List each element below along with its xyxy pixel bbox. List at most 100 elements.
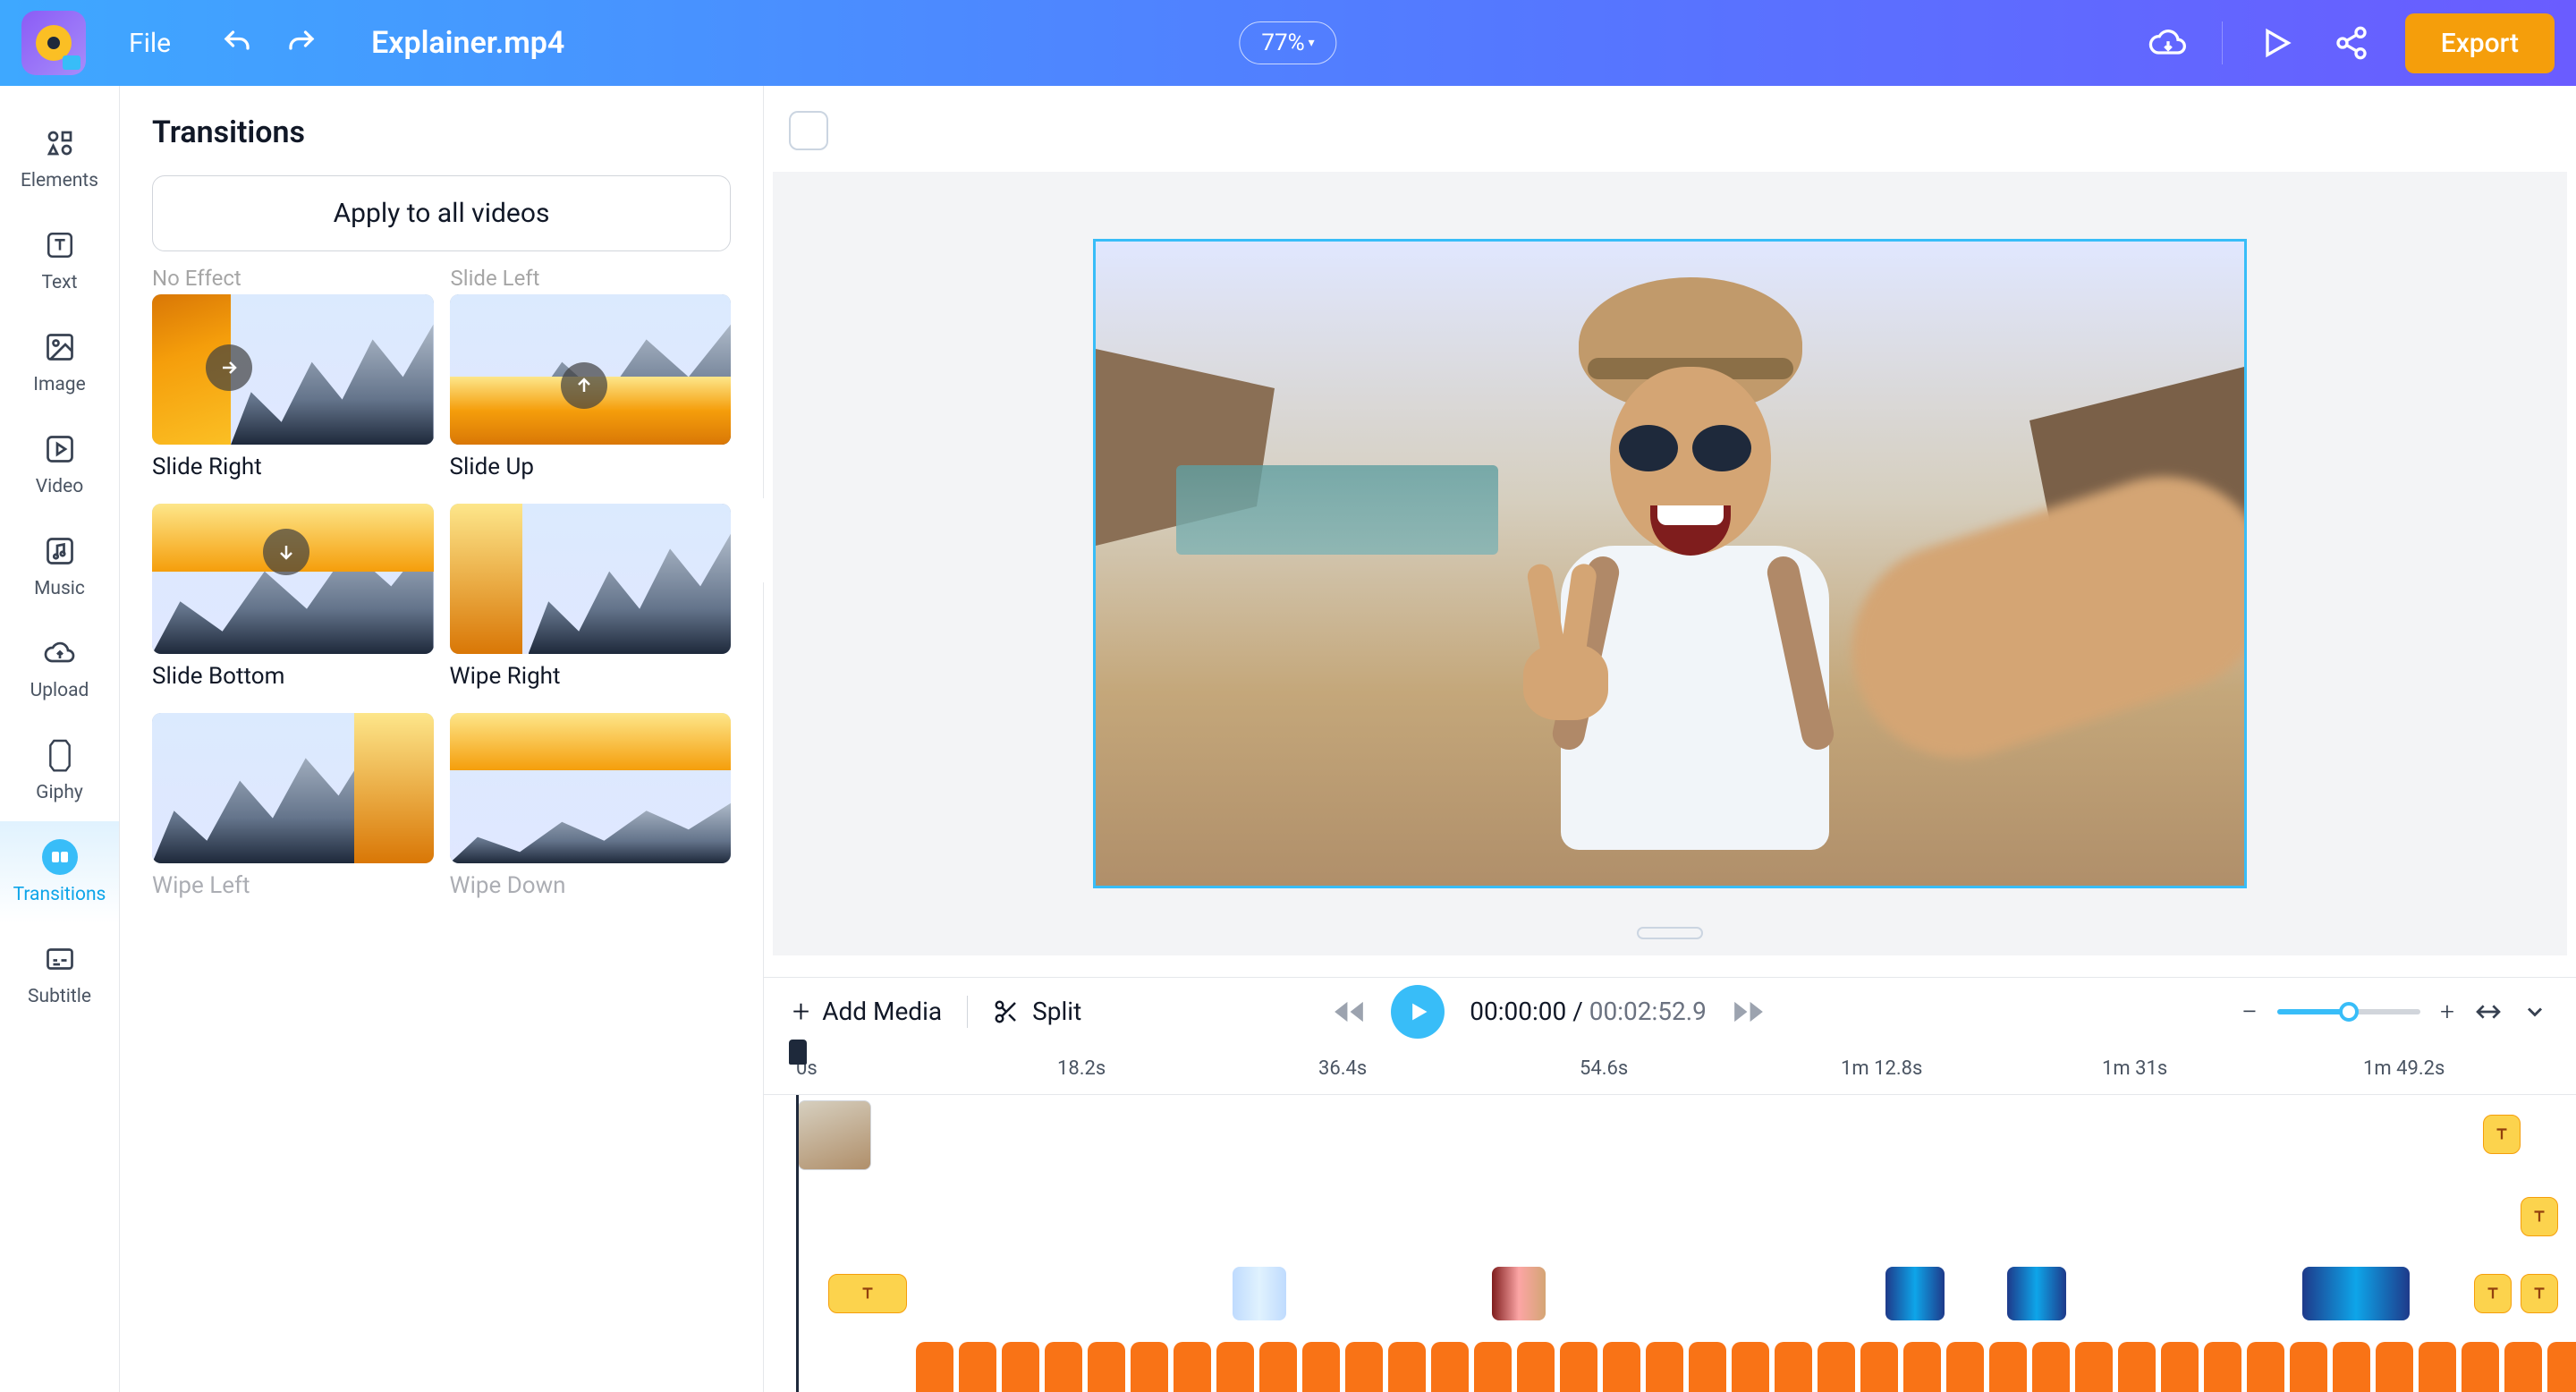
rail-subtitle[interactable]: Subtitle [0,923,119,1025]
zoom-value: 77% [1261,30,1304,56]
video-clip[interactable] [2007,1267,2066,1320]
rewind-button[interactable] [1332,995,1366,1029]
transition-slide-up[interactable] [450,294,732,445]
playhead[interactable] [796,1095,799,1392]
undo-button[interactable] [221,27,253,59]
timeline-track-audio[interactable] [764,1335,2576,1392]
transition-label-partial: Slide Left [451,266,732,291]
total-time: 00:02:52.9 [1589,997,1707,1026]
text-clip[interactable] [2521,1274,2558,1313]
text-clip[interactable] [2474,1274,2512,1313]
app-logo[interactable] [21,11,86,75]
rail-label: Video [36,476,83,497]
audio-waveform[interactable] [916,1342,2576,1392]
transitions-panel: Transitions Apply to all videos No Effec… [120,86,764,1392]
fit-width-button[interactable] [2474,997,2503,1026]
share-icon[interactable] [2330,21,2373,64]
canvas-checkbox[interactable] [789,111,828,150]
zoom-out-button[interactable]: − [2241,995,2258,1029]
ruler-mark: 1m 49.2s [2363,1057,2445,1080]
video-preview[interactable] [1093,239,2247,888]
rail-label: Subtitle [28,986,91,1007]
zoom-in-button[interactable]: + [2440,997,2454,1026]
timeline[interactable]: 0s18.2s36.4s54.6s1m 12.8s1m 31s1m 49.2s2… [764,1045,2576,1392]
rail-transitions[interactable]: Transitions [0,821,119,923]
text-clip[interactable] [2483,1115,2521,1154]
rail-elements[interactable]: Elements [0,107,119,209]
playhead-handle[interactable] [789,1040,807,1065]
scissors-icon [993,998,1020,1025]
timeline-track-3[interactable] [764,1256,2576,1335]
chevron-down-icon: ▾ [1309,36,1315,50]
play-button[interactable] [1391,985,1445,1039]
transition-wipe-right[interactable] [450,504,732,654]
rail-label: Giphy [36,782,83,803]
ruler-mark: 1m 31s [2102,1057,2167,1080]
rail-label: Elements [21,170,98,191]
transitions-grid[interactable]: No Effect Slide Left Slide Right [152,266,731,922]
text-icon [42,227,78,263]
rail-upload[interactable]: Upload [0,617,119,719]
rail-image[interactable]: Image [0,311,119,413]
topbar: File Explainer.mp4 77% ▾ Export [0,0,2576,86]
add-media-label: Add Media [822,997,942,1026]
rail-text[interactable]: Text [0,209,119,311]
ruler-mark: 18.2s [1057,1057,1106,1080]
ruler-mark: 54.6s [1580,1057,1628,1080]
transition-label: Slide Bottom [152,663,434,690]
subtitle-icon [42,941,78,977]
transition-label: Wipe Right [450,663,732,690]
video-clip[interactable] [1492,1267,1546,1320]
timeline-ruler[interactable]: 0s18.2s36.4s54.6s1m 12.8s1m 31s1m 49.2s2… [764,1045,2576,1095]
rail-label: Image [33,374,85,395]
video-clip[interactable] [1233,1267,1286,1320]
video-clip[interactable] [2302,1267,2410,1320]
elements-icon [42,125,78,161]
left-rail: Elements Text Image Video Music Upload [0,86,120,1392]
split-label: Split [1032,997,1081,1026]
separator [967,996,968,1028]
canvas-area: + Add Media Split 00:00:00 / 0 [764,86,2576,1392]
text-clip[interactable] [828,1274,907,1313]
transition-label: Slide Up [450,454,732,480]
arrow-down-icon [263,529,309,575]
canvas-viewport[interactable] [773,172,2567,955]
project-title: Explainer.mp4 [371,25,564,61]
arrow-right-icon [206,344,252,391]
rail-music[interactable]: Music [0,515,119,617]
resize-handle[interactable] [1637,927,1703,939]
redo-button[interactable] [285,27,318,59]
transition-wipe-left[interactable] [152,713,434,863]
transition-wipe-down[interactable] [450,713,732,863]
rail-giphy[interactable]: Giphy [0,719,119,821]
rail-label: Text [42,272,78,293]
rail-label: Upload [30,680,89,701]
clip-thumbnail[interactable] [798,1100,871,1170]
export-button[interactable]: Export [2405,13,2555,73]
zoom-level[interactable]: 77% ▾ [1239,21,1336,64]
timeline-track-1[interactable] [764,1095,2576,1177]
apply-to-all-button[interactable]: Apply to all videos [152,175,731,251]
panel-title: Transitions [152,115,731,150]
rail-video[interactable]: Video [0,413,119,515]
plus-icon: + [792,994,809,1030]
transition-label: Wipe Down [450,872,732,899]
transitions-icon [42,839,78,875]
file-menu[interactable]: File [114,21,185,66]
video-clip[interactable] [1885,1267,1945,1320]
add-media-button[interactable]: + Add Media [792,994,942,1030]
timeline-track-2[interactable] [764,1177,2576,1256]
text-clip[interactable] [2521,1197,2558,1236]
preview-play-icon[interactable] [2255,21,2298,64]
transition-slide-bottom[interactable] [152,504,434,654]
timeline-options-button[interactable] [2522,999,2547,1024]
split-button[interactable]: Split [993,997,1081,1026]
zoom-slider[interactable] [2277,1009,2420,1014]
cloud-save-icon[interactable] [2147,21,2190,64]
video-icon [42,431,78,467]
rail-label: Music [34,578,85,599]
forward-button[interactable] [1732,995,1766,1029]
transition-slide-right[interactable] [152,294,434,445]
upload-icon [42,635,78,671]
arrow-up-icon [561,362,607,409]
